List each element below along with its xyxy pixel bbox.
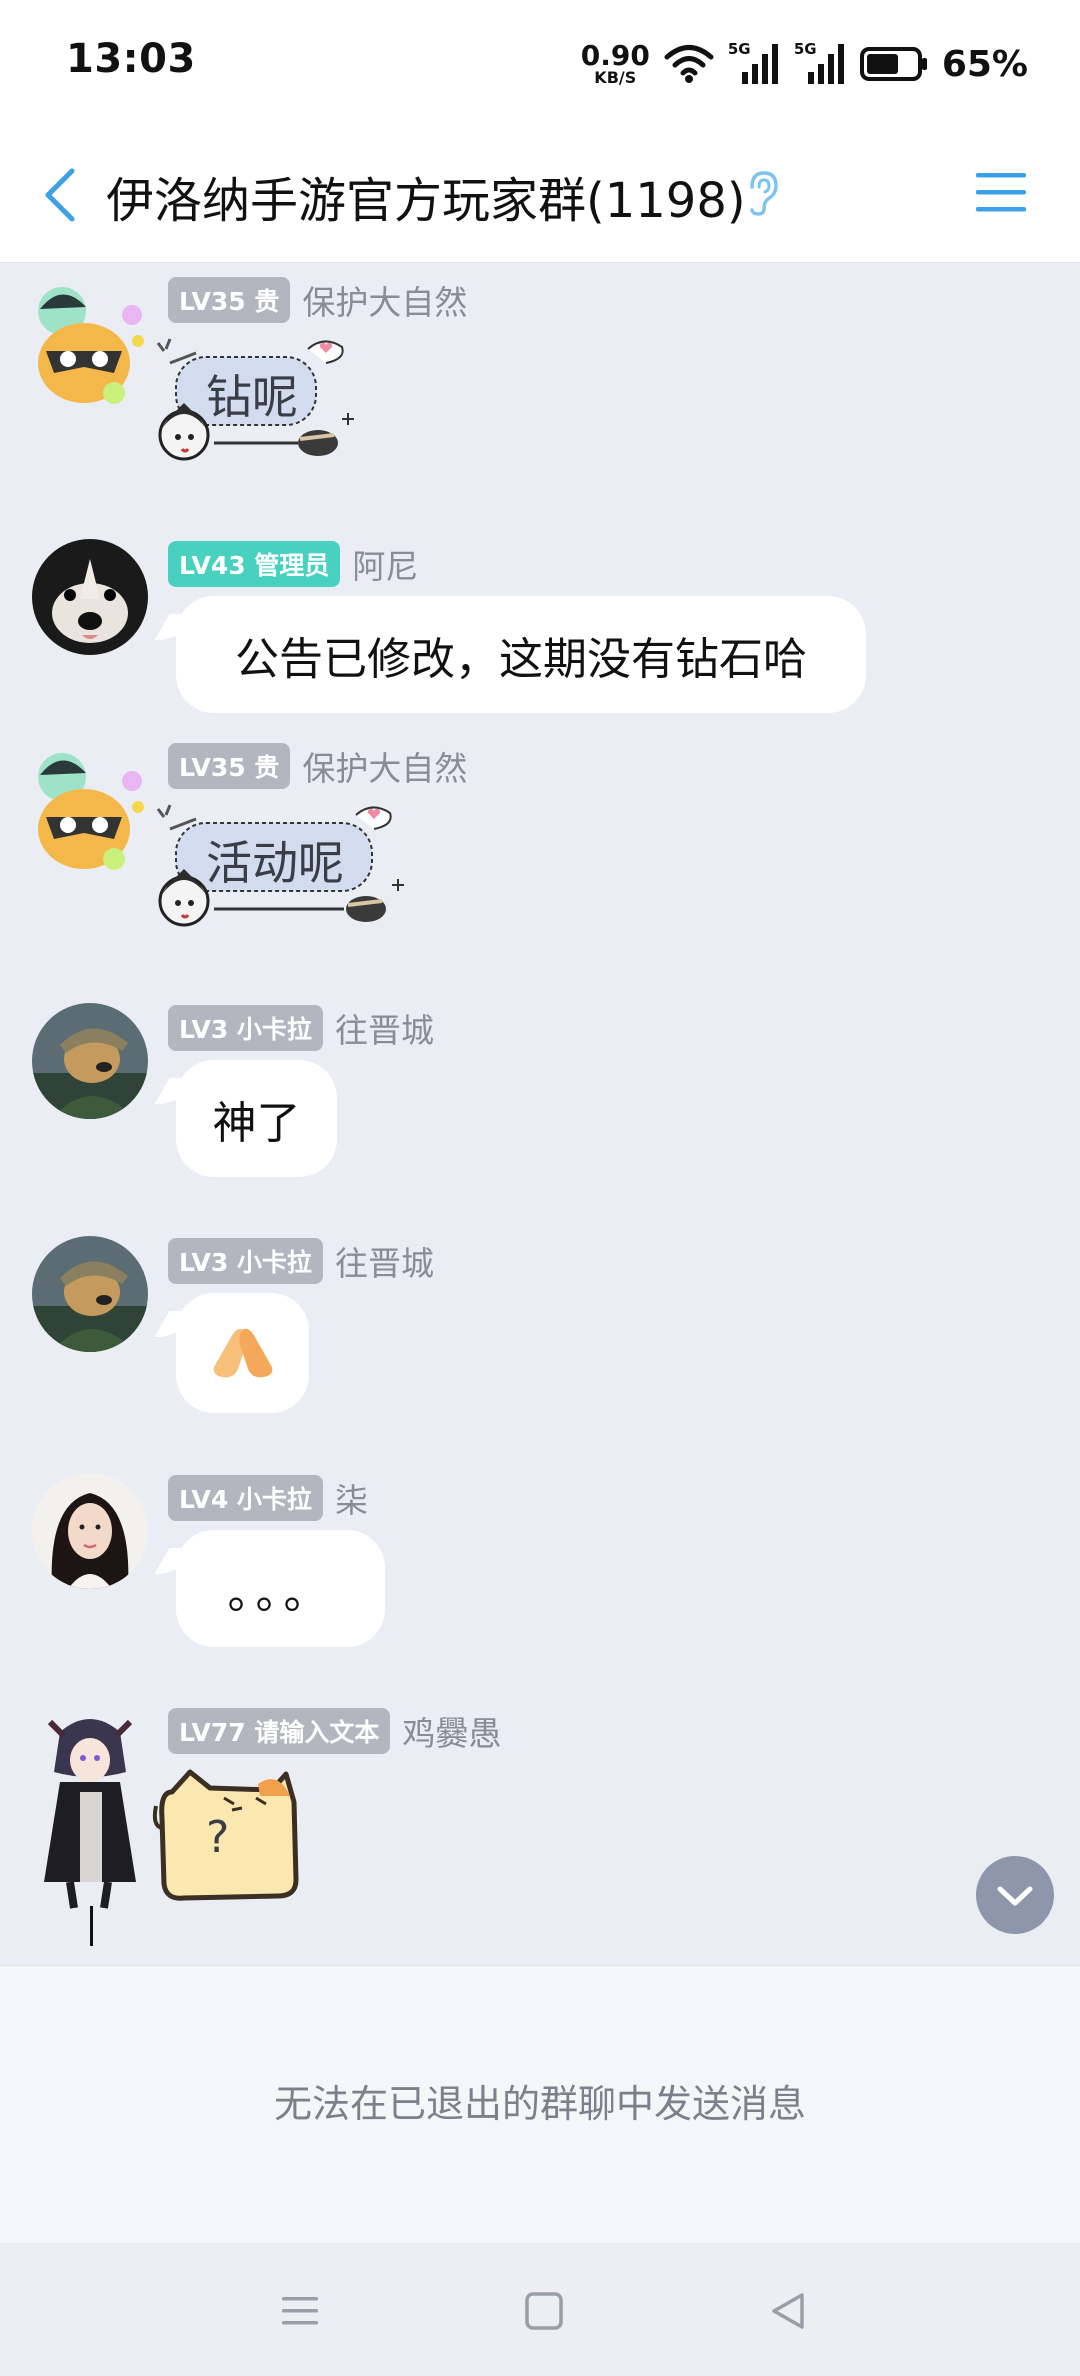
sender-nickname[interactable]: 鸡爨愚 — [402, 1707, 501, 1755]
status-time: 13:03 — [66, 36, 196, 82]
level-badge: LV77 请输入文本 — [168, 1708, 391, 1754]
message-item: LV3 小卡拉 往晋城 神了 — [0, 1003, 1080, 1203]
home-square-icon[interactable] — [520, 2287, 568, 2335]
sender-meta: LV77 请输入文本 鸡爨愚 — [168, 1706, 501, 1756]
back-chevron-icon[interactable] — [40, 165, 80, 225]
pray-hands-emoji-icon — [213, 1328, 272, 1378]
sender-nickname[interactable]: 保护大自然 — [302, 742, 467, 790]
cell-signal-2-icon: 5G — [794, 40, 846, 86]
back-triangle-icon[interactable] — [764, 2287, 812, 2335]
message-item: LV35 贵 保护大自然 活动呢 — [0, 741, 1080, 927]
cannot-send-notice: 无法在已退出的群聊中发送消息 — [273, 2082, 806, 2126]
sticker-text: ? — [206, 1812, 230, 1863]
sender-nickname[interactable]: 柒 — [335, 1474, 368, 1522]
text-message-bubble[interactable]: 神了 — [176, 1060, 337, 1177]
sender-meta: LV35 贵 保护大自然 — [168, 275, 467, 325]
cell-signal-1-icon: 5G — [728, 40, 780, 86]
message-item: LV4 小卡拉 柒 。。。 — [0, 1473, 1080, 1673]
emoji-message-bubble[interactable] — [176, 1293, 309, 1413]
sender-meta: LV35 贵 保护大自然 — [168, 741, 467, 791]
caret-line — [90, 1906, 93, 1946]
message-item: LV77 请输入文本 鸡爨愚 ? — [0, 1706, 1080, 1965]
level-badge: LV35 贵 — [168, 743, 291, 789]
avatar[interactable] — [32, 1003, 148, 1119]
ear-icon[interactable] — [744, 169, 780, 217]
chat-header: 伊洛纳手游官方玩家群(1198) — [0, 125, 1080, 263]
network-speed-unit: KB/S — [594, 68, 637, 87]
level-badge: LV35 贵 — [168, 277, 291, 323]
message-item: LV3 小卡拉 往晋城 — [0, 1236, 1080, 1436]
sender-meta: LV3 小卡拉 往晋城 — [168, 1003, 434, 1053]
sender-meta: LV4 小卡拉 柒 — [168, 1473, 368, 1523]
avatar[interactable] — [32, 1236, 148, 1352]
battery-percent: 65% — [941, 43, 1028, 85]
avatar[interactable] — [22, 747, 152, 877]
status-bar: 13:03 0.90 KB/S 5G 5G 65% — [0, 0, 1080, 125]
sticker-message[interactable]: 钻呢 — [148, 331, 368, 471]
sender-meta: LV3 小卡拉 往晋城 — [168, 1236, 434, 1286]
hamburger-menu-icon[interactable] — [974, 169, 1028, 215]
avatar[interactable] — [30, 1712, 150, 1912]
scroll-to-bottom-button[interactable] — [976, 1856, 1054, 1934]
sender-nickname[interactable]: 往晋城 — [335, 1237, 434, 1285]
message-list[interactable]: LV35 贵 保护大自然 钻呢 LV43 管理员 阿尼 公告已修改，这期没有钻石… — [0, 263, 1080, 1965]
avatar[interactable] — [32, 539, 148, 655]
level-badge: LV3 小卡拉 — [168, 1005, 323, 1051]
sticker-message[interactable]: ? — [150, 1766, 310, 1906]
network-speed-value: 0.90 — [580, 39, 650, 72]
text-message-bubble[interactable]: 公告已修改，这期没有钻石哈 — [176, 596, 866, 713]
sticker-message[interactable]: 活动呢 — [148, 797, 418, 937]
sender-meta: LV43 管理员 阿尼 — [168, 539, 418, 589]
avatar[interactable] — [22, 281, 152, 411]
level-badge: LV4 小卡拉 — [168, 1475, 323, 1521]
sender-nickname[interactable]: 阿尼 — [352, 540, 418, 588]
message-item: LV43 管理员 阿尼 公告已修改，这期没有钻石哈 — [0, 539, 1080, 739]
group-title[interactable]: 伊洛纳手游官方玩家群(1198) — [106, 161, 746, 231]
sticker-text: 活动呢 — [206, 836, 344, 890]
message-item: LV35 贵 保护大自然 钻呢 — [0, 275, 1080, 461]
chevron-down-icon — [997, 1886, 1033, 1906]
avatar[interactable] — [32, 1473, 148, 1589]
status-icons: 0.90 KB/S 5G 5G 65% — [581, 36, 1028, 92]
sender-nickname[interactable]: 保护大自然 — [302, 276, 467, 324]
network-speed: 0.90 KB/S — [581, 42, 650, 86]
recent-apps-icon[interactable] — [276, 2287, 324, 2335]
level-badge: LV3 小卡拉 — [168, 1238, 323, 1284]
level-badge: LV43 管理员 — [168, 541, 341, 587]
text-message-bubble[interactable]: 。。。 — [176, 1530, 385, 1647]
sticker-text: 钻呢 — [206, 370, 298, 424]
wifi-icon — [664, 45, 714, 83]
input-area-disabled: 无法在已退出的群聊中发送消息 — [0, 1965, 1080, 2244]
battery-icon — [859, 47, 927, 81]
system-nav-bar — [0, 2243, 1080, 2376]
sender-nickname[interactable]: 往晋城 — [335, 1004, 434, 1052]
